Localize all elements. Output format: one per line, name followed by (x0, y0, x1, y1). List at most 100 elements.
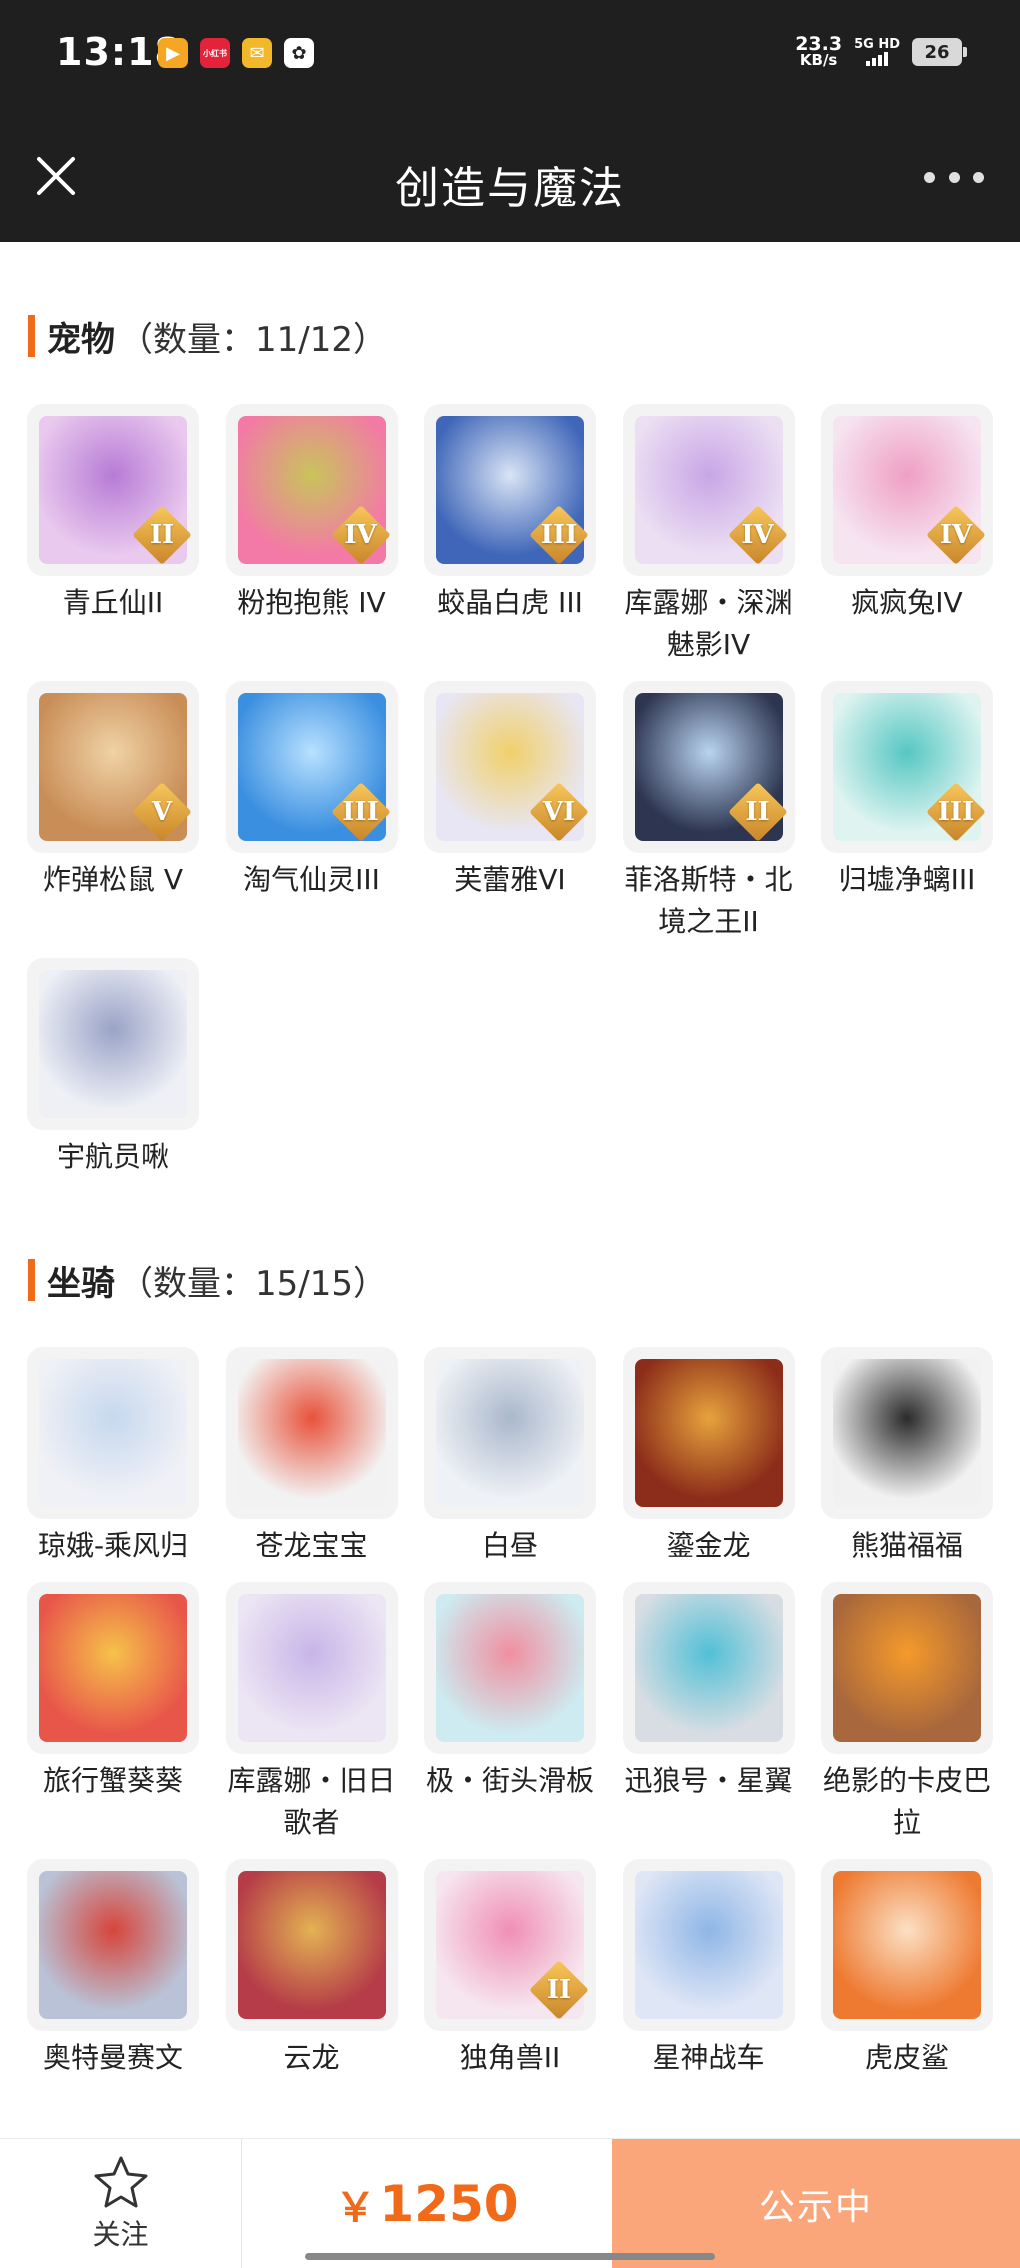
section-name: 宠物 (47, 319, 115, 360)
item-thumbnail: IV (821, 404, 993, 576)
rank-numeral: IV (741, 520, 774, 550)
collection-item[interactable]: IV 库露娜・深渊魅影IV (622, 404, 795, 666)
item-label: 琼娥-乘风归 (37, 1529, 189, 1562)
price-currency: ￥ (335, 2184, 376, 2231)
rank-numeral: II (149, 520, 175, 550)
rank-numeral: III (937, 797, 975, 827)
item-thumbnail (225, 1347, 398, 1519)
item-label: 芙蕾雅VI (454, 863, 566, 896)
xiaohongshu-app-icon: 小红书 (200, 38, 230, 68)
character-image (833, 1359, 981, 1507)
public-notice-button[interactable]: 公示中 (612, 2139, 1020, 2268)
item-label: 鎏金龙 (666, 1529, 751, 1562)
status-app-icons: ▶ 小红书 ✉ ✿ (158, 38, 314, 68)
more-options-button[interactable] (924, 162, 984, 192)
rank-badge-icon: IV (330, 505, 391, 565)
collection-item[interactable]: 库露娜・旧日歌者 (225, 1582, 398, 1844)
character-image (436, 1594, 584, 1742)
item-thumbnail: II (424, 1859, 596, 2031)
collection-item[interactable]: II 独角兽II (424, 1859, 596, 2079)
item-thumbnail: IV (225, 404, 398, 576)
collection-item[interactable]: 极・街头滑板 (424, 1582, 596, 1844)
collection-item[interactable]: IV 粉抱抱熊 IV (225, 404, 398, 666)
collection-item[interactable]: 迅狼号・星翼 (622, 1582, 795, 1844)
collection-item[interactable]: V 炸弹松鼠 V (27, 681, 199, 943)
collection-item[interactable]: III 归墟净螭III (821, 681, 993, 943)
item-thumbnail: IV (622, 404, 795, 576)
item-label: 星神战车 (652, 2041, 765, 2074)
rank-badge-icon: II (529, 1960, 589, 2020)
home-indicator[interactable] (305, 2253, 715, 2260)
character-image (39, 1359, 187, 1507)
item-thumbnail (424, 1347, 596, 1519)
collection-item[interactable]: II 菲洛斯特・北境之王II (622, 681, 795, 943)
item-label: 奥特曼赛文 (42, 2041, 183, 2074)
follow-label: 关注 (92, 2217, 149, 2251)
item-thumbnail (27, 1859, 199, 2031)
collection-item[interactable]: 苍龙宝宝 (225, 1347, 398, 1567)
collection-item[interactable]: 琼娥-乘风归 (27, 1347, 199, 1567)
item-thumbnail: II (622, 681, 795, 853)
item-label: 云龙 (283, 2041, 340, 2074)
collection-item[interactable]: 奥特曼赛文 (27, 1859, 199, 2079)
rank-badge-icon: IV (727, 505, 788, 565)
follow-button[interactable]: 关注 (0, 2139, 242, 2268)
rank-numeral: VI (542, 797, 576, 827)
item-thumbnail (821, 1859, 993, 2031)
item-label: 淘气仙灵III (243, 863, 380, 896)
rank-numeral: II (546, 1975, 572, 2005)
mounts-section-title: 坐骑 （数量：15/15） (28, 1258, 387, 1304)
item-label: 虎皮鲨 (864, 2041, 949, 2074)
item-thumbnail (821, 1347, 993, 1519)
collection-item[interactable]: II 青丘仙II (27, 404, 199, 666)
item-thumbnail: VI (424, 681, 596, 853)
collection-item[interactable]: III 蛟晶白虎 III (424, 404, 596, 666)
price-value: 1250 (379, 2174, 519, 2233)
collection-item[interactable]: 星神战车 (622, 1859, 795, 2079)
rank-numeral: II (745, 797, 770, 827)
character-image (833, 1871, 981, 2019)
item-label: 青丘仙II (62, 586, 164, 619)
collection-item[interactable]: VI 芙蕾雅VI (424, 681, 596, 943)
character-image (237, 1594, 386, 1742)
section-accent-bar (28, 1259, 35, 1301)
collection-item[interactable]: 绝影的卡皮巴拉 (821, 1582, 993, 1844)
item-label: 极・街头滑板 (425, 1764, 594, 1797)
collection-item[interactable]: 鎏金龙 (622, 1347, 795, 1567)
more-dot-icon (973, 171, 984, 183)
character-image (39, 1594, 187, 1742)
item-thumbnail (622, 1582, 795, 1754)
item-thumbnail: III (424, 404, 596, 576)
collection-item[interactable]: III 淘气仙灵III (225, 681, 398, 943)
bottom-bar: 关注 ￥ 1250 公示中 (0, 2138, 1020, 2268)
item-thumbnail: V (27, 681, 199, 853)
character-image (39, 1871, 187, 2019)
item-thumbnail (27, 1347, 199, 1519)
character-image (634, 1359, 783, 1507)
signal-bars-icon (866, 52, 889, 66)
section-accent-bar (28, 315, 35, 357)
character-image (634, 1871, 783, 2019)
collection-item[interactable]: 旅行蟹葵葵 (27, 1582, 199, 1844)
mail-app-icon: ✉ (242, 38, 272, 68)
collection-item[interactable]: IV 疯疯兔IV (821, 404, 993, 666)
rank-numeral: III (540, 520, 578, 550)
star-icon (94, 2156, 147, 2207)
rank-numeral: IV (939, 520, 973, 550)
collection-item[interactable]: 虎皮鲨 (821, 1859, 993, 2079)
item-thumbnail (27, 1582, 199, 1754)
collection-item[interactable]: 云龙 (225, 1859, 398, 2079)
rank-badge-icon: IV (926, 505, 986, 565)
mounts-grid: 琼娥-乘风归 苍龙宝宝 白昼 鎏金龙 熊猫福福旅行蟹葵葵 库露娜・旧日歌者 极・街头滑板 迅狼… (27, 1347, 993, 2079)
collection-item[interactable]: 熊猫福福 (821, 1347, 993, 1567)
item-thumbnail (225, 1859, 398, 2031)
item-thumbnail (821, 1582, 993, 1754)
collection-item[interactable]: 白昼 (424, 1347, 596, 1567)
character-image (237, 1359, 386, 1507)
collection-item[interactable]: 宇航员啾 (27, 958, 199, 1178)
battery-icon: 26 (912, 38, 967, 66)
character-image (39, 970, 187, 1118)
network-type: 5G HD (854, 37, 900, 52)
item-label: 蛟晶白虎 III (437, 586, 583, 619)
video-app-icon: ▶ (158, 38, 188, 68)
